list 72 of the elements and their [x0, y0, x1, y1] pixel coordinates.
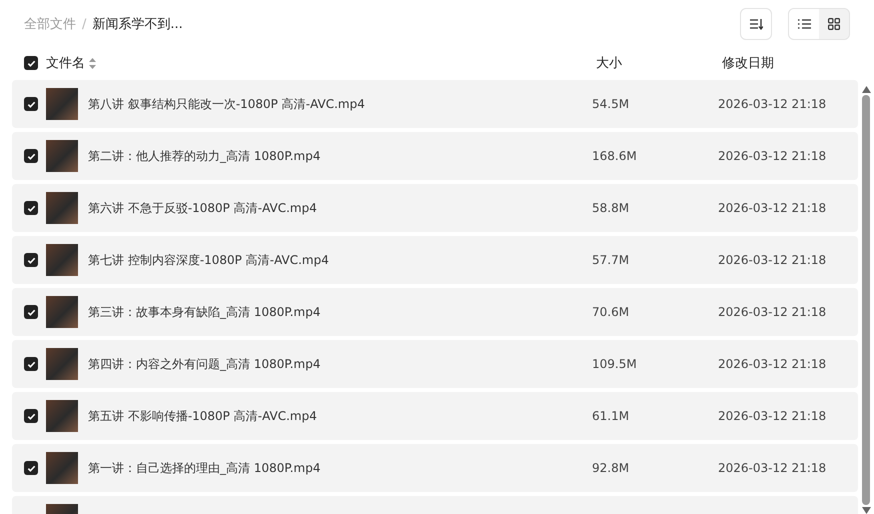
video-thumbnail-placeholder — [46, 140, 78, 172]
file-name: 第四讲：内容之外有问题_高清 1080P.mp4 — [88, 356, 322, 372]
file-size: 109.5M — [592, 357, 638, 371]
checkbox[interactable] — [24, 149, 38, 163]
scroll-up-icon[interactable] — [862, 86, 870, 93]
checkbox[interactable] — [24, 357, 38, 371]
video-thumbnail-placeholder — [46, 348, 78, 380]
check-icon — [26, 412, 36, 420]
column-header[interactable]: 大小 — [596, 54, 722, 72]
file-size: 61.1M — [592, 409, 630, 423]
breadcrumb-separator: / — [82, 16, 86, 32]
file-size: 54.5M — [592, 97, 630, 111]
video-thumbnail-placeholder — [46, 192, 78, 224]
checkbox[interactable] — [24, 201, 38, 215]
file-size: 168.6M — [592, 149, 638, 163]
file-row[interactable]: 第五讲 不影响传播-1080P 高清-AVC.mp4 61.1M 2026-03-12 21:18 — [12, 392, 858, 440]
modified-date: 2026-03-12 21:18 — [718, 253, 828, 267]
file-row[interactable]: 第二讲：他人推荐的动力_高清 1080P.mp4 168.6M 2026-03-12 21:18 — [12, 132, 858, 180]
sort-icon — [89, 58, 96, 68]
file-row[interactable]: 第六讲 不急于反驳-1080P 高清-AVC.mp4 58.8M 2026-03-12 21:18 — [12, 184, 858, 232]
video-thumbnail-placeholder — [46, 296, 78, 328]
check-icon — [26, 464, 36, 472]
column-header[interactable]: 修改日期 — [722, 54, 862, 72]
file-name: 第一讲：自己选择的理由_高清 1080P.mp4 — [88, 460, 322, 476]
file-name: 第三讲：故事本身有缺陷_高清 1080P.mp4 — [88, 304, 322, 320]
file-row[interactable]: 第四讲：内容之外有问题_高清 1080P.mp4 109.5M 2026-03-12 21:18 — [12, 340, 858, 388]
checkbox[interactable] — [24, 409, 38, 423]
file-size: 92.8M — [592, 461, 630, 475]
column-header[interactable]: 文件名 — [46, 54, 85, 72]
checkbox[interactable] — [24, 97, 38, 111]
file-name: 第二讲：他人推荐的动力_高清 1080P.mp4 — [88, 148, 322, 164]
file-name: 第六讲 不急于反驳-1080P 高清-AVC.mp4 — [88, 200, 318, 216]
file-size: 57.7M — [592, 253, 630, 267]
checkbox[interactable] — [24, 56, 38, 70]
file-row[interactable]: 第八讲 叙事结构只能改一次-1080P 高清-AVC.mp4 54.5M 2026-03-12 21:18 — [12, 80, 858, 128]
file-row[interactable]: 第三讲：故事本身有缺陷_高清 1080P.mp4 70.6M 2026-03-12 21:18 — [12, 288, 858, 336]
file-name: 第五讲 不影响传播-1080P 高清-AVC.mp4 — [88, 408, 318, 424]
file-row[interactable]: 第七讲 控制内容深度-1080P 高清-AVC.mp4 57.7M 2026-03-12 21:18 — [12, 236, 858, 284]
file-name: 第七讲 控制内容深度-1080P 高清-AVC.mp4 — [88, 252, 330, 268]
file-size: 58.8M — [592, 201, 630, 215]
check-icon — [26, 58, 36, 68]
modified-date: 2026-03-12 21:18 — [718, 201, 828, 215]
video-thumbnail-placeholder — [46, 400, 78, 432]
check-icon — [26, 100, 36, 108]
check-icon — [26, 308, 36, 316]
modified-date: 2026-03-12 21:18 — [718, 357, 828, 371]
video-thumbnail-placeholder — [46, 244, 78, 276]
check-icon — [26, 152, 36, 160]
video-thumbnail-placeholder — [46, 88, 78, 120]
checkbox[interactable] — [24, 461, 38, 475]
grid-icon — [828, 18, 840, 30]
modified-date: 2026-03-12 21:18 — [718, 149, 828, 163]
modified-date: 2026-03-12 21:18 — [718, 461, 828, 475]
list-view-button[interactable] — [789, 9, 819, 39]
sort-icon — [749, 18, 763, 30]
scrollbar-thumb[interactable] — [862, 95, 870, 505]
modified-date: 2026-03-12 21:18 — [718, 409, 828, 423]
file-size: 70.6M — [592, 305, 630, 319]
check-icon — [26, 204, 36, 212]
breadcrumb-link[interactable]: 新闻系学不到... — [92, 15, 183, 33]
sort-button[interactable] — [740, 8, 772, 40]
modified-date: 2026-03-12 21:18 — [718, 305, 828, 319]
file-name: 第八讲 叙事结构只能改一次-1080P 高清-AVC.mp4 — [88, 96, 366, 112]
checkbox[interactable] — [24, 253, 38, 267]
modified-date: 2026-03-12 21:18 — [718, 97, 828, 111]
checkbox[interactable] — [24, 305, 38, 319]
check-icon — [26, 360, 36, 368]
list-icon — [798, 19, 810, 29]
video-thumbnail-placeholder — [46, 452, 78, 484]
file-row[interactable]: 第一讲：自己选择的理由_高清 1080P.mp4 92.8M 2026-03-12 21:18 — [12, 444, 858, 492]
scroll-down-icon[interactable] — [862, 507, 870, 514]
check-icon — [26, 256, 36, 264]
